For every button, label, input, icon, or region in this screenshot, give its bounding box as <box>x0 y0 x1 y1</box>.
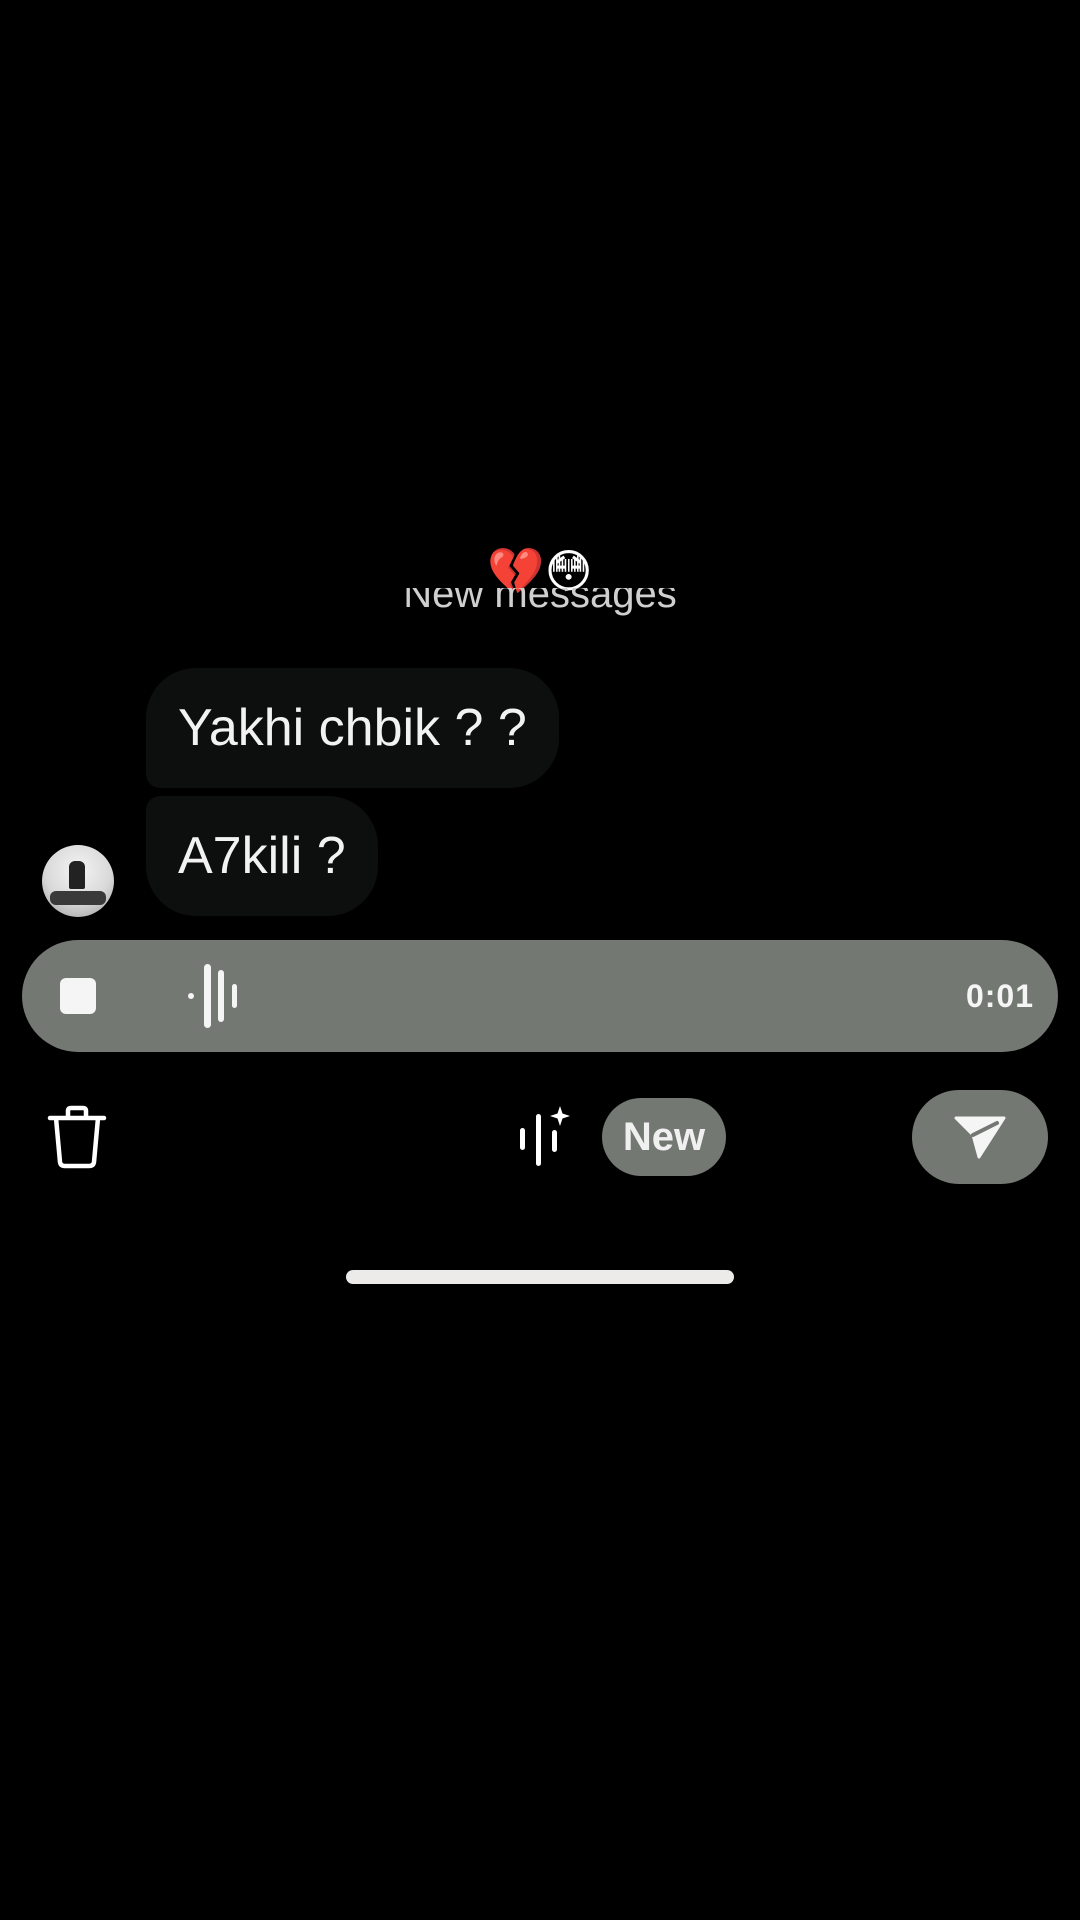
message-bubble[interactable]: A7kili ? <box>146 796 378 916</box>
ai-voice-effects-icon[interactable] <box>516 1106 572 1166</box>
avatar-figure <box>69 861 85 889</box>
avatar-background <box>50 891 106 905</box>
new-feature-badge[interactable]: New <box>602 1098 726 1176</box>
sender-avatar[interactable] <box>42 845 114 917</box>
home-indicator[interactable] <box>346 1270 734 1284</box>
message-text: A7kili ? <box>178 827 346 885</box>
send-button[interactable] <box>912 1090 1048 1184</box>
stop-icon[interactable] <box>60 978 96 1014</box>
recording-timer: 0:01 <box>965 978 1034 1014</box>
send-icon <box>954 1116 1006 1159</box>
trash-icon[interactable] <box>46 1104 108 1170</box>
voice-recorder-bar: 0:01 <box>22 940 1058 1052</box>
waveform-icon <box>188 964 237 1028</box>
new-messages-divider: New messages <box>0 588 1080 628</box>
new-messages-label: New messages <box>403 588 677 616</box>
message-text: Yakhi chbik ? ? <box>178 699 527 757</box>
message-bubble[interactable]: Yakhi chbik ? ? <box>146 668 559 788</box>
chat-screen: 💔😳 New messages Yakhi chbik ? ? A7kili ?… <box>0 0 1080 1920</box>
